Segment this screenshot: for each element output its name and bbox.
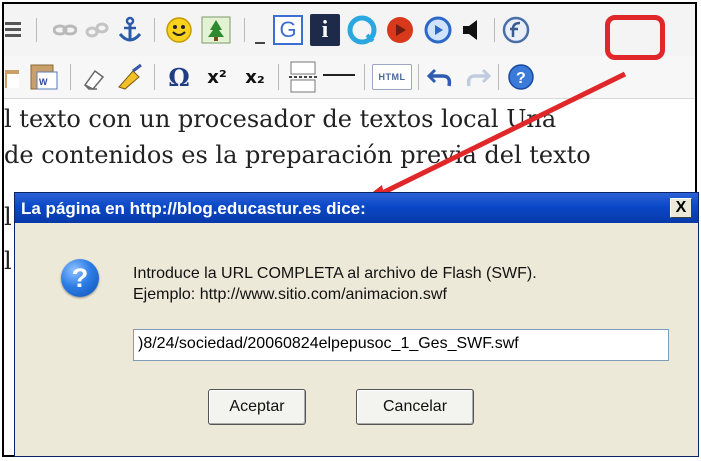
editor-text-line-4: l	[4, 247, 12, 275]
redo-icon[interactable]	[462, 62, 492, 92]
omega-icon[interactable]: Ω	[164, 62, 194, 92]
toolbar-row-2: W Ω x² x₂ HTML ?	[4, 56, 695, 99]
url-input[interactable]: )8/24/sociedad/20060824elpepusoc_1_Ges_S…	[133, 329, 669, 361]
google-icon[interactable]: G	[272, 14, 304, 46]
toolbar-separator	[364, 64, 365, 90]
prompt-dialog: La página en http://blog.educastur.es di…	[14, 192, 699, 457]
toolbar-row-1: G i	[4, 4, 695, 57]
toolbar-separator	[70, 64, 71, 90]
info-icon[interactable]: i	[310, 14, 340, 46]
editor-text-line-3: l	[4, 203, 12, 231]
subscript-icon[interactable]: x₂	[238, 62, 272, 92]
horizontal-rule-icon[interactable]	[322, 62, 356, 92]
superscript-icon-glyph: x²	[207, 66, 227, 88]
toolbar-separator	[154, 18, 155, 42]
dialog-message-line-1: Introduce la URL COMPLETA al archivo de …	[133, 265, 537, 282]
toolbar-separator	[36, 18, 37, 42]
subscript-icon-glyph: x₂	[245, 66, 265, 88]
link-icon[interactable]	[52, 16, 78, 44]
close-button[interactable]: X	[670, 198, 692, 218]
html-icon-label: HTML	[378, 72, 406, 82]
editor-text-line-2: de contenidos es la preparación previa d…	[4, 141, 591, 169]
editor-text-line-1: l texto con un procesador de textos loca…	[4, 105, 557, 133]
toolbar-separator	[244, 18, 245, 42]
cleanup-icon[interactable]	[114, 62, 146, 92]
smiley-icon[interactable]	[164, 14, 194, 46]
eraser-icon[interactable]	[80, 64, 108, 92]
toolbar-separator	[498, 64, 499, 90]
quicktime-icon[interactable]	[346, 14, 378, 46]
question-icon: ?	[61, 259, 99, 297]
list-icon[interactable]	[4, 18, 24, 42]
flash-button-highlight	[605, 15, 665, 60]
windows-media-icon[interactable]	[422, 14, 454, 46]
svg-text:W: W	[39, 77, 48, 87]
unlink-icon[interactable]	[84, 16, 110, 44]
page-break-icon[interactable]	[288, 60, 318, 94]
html-icon[interactable]: HTML	[372, 64, 412, 90]
toolbar-separator	[418, 64, 419, 90]
undo-icon[interactable]	[426, 62, 456, 92]
toolbar-underscore	[254, 40, 268, 48]
dialog-message-line-2: Ejemplo: http://www.sitio.com/animacion.…	[133, 286, 447, 303]
toolbar-separator	[494, 18, 495, 42]
info-icon-letter: i	[321, 16, 329, 43]
accept-button[interactable]: Aceptar	[208, 389, 306, 425]
toolbar-separator	[278, 64, 279, 90]
svg-text:?: ?	[516, 70, 526, 87]
toolbar-separator	[154, 64, 155, 90]
dialog-titlebar[interactable]: La página en http://blog.educastur.es di…	[15, 193, 698, 223]
realplayer-icon[interactable]	[384, 14, 416, 46]
help-icon[interactable]: ?	[506, 62, 536, 92]
anchor-icon[interactable]	[116, 14, 144, 46]
paste-icon[interactable]	[4, 64, 22, 92]
dialog-title: La página en http://blog.educastur.es di…	[21, 199, 366, 218]
google-icon-letter: G	[279, 17, 297, 42]
image-icon[interactable]	[200, 14, 232, 46]
paste-word-icon[interactable]: W	[28, 62, 60, 92]
sound-icon[interactable]	[458, 14, 488, 46]
flash-icon[interactable]	[500, 14, 532, 46]
omega-icon-glyph: Ω	[168, 62, 190, 92]
superscript-icon[interactable]: x²	[200, 62, 234, 92]
cancel-button[interactable]: Cancelar	[356, 389, 474, 425]
